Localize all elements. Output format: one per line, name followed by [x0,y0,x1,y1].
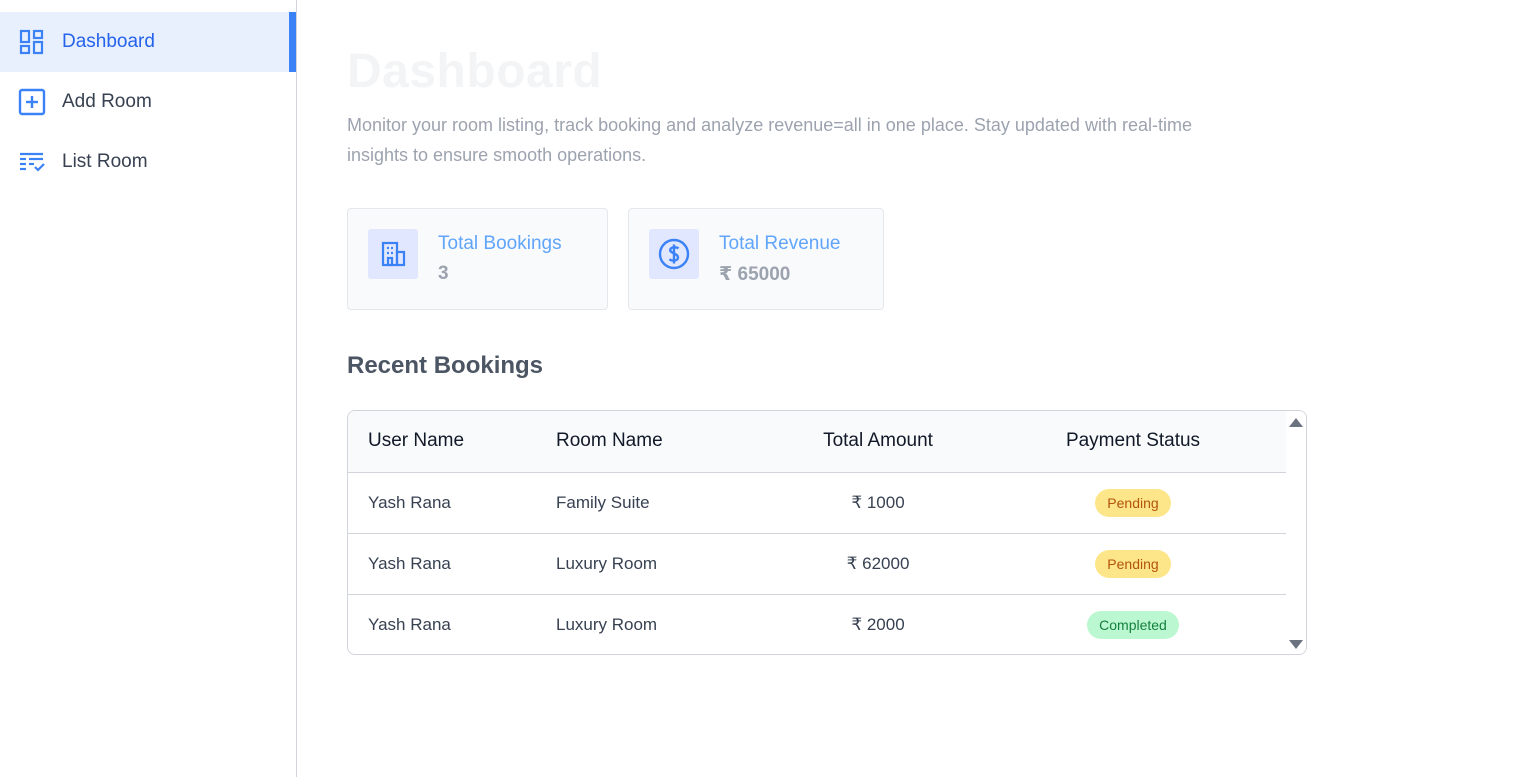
stat-title: Total Bookings [438,233,562,254]
sidebar-item-list-room[interactable]: List Room [0,132,296,192]
dollar-circle-icon [649,229,699,279]
scroll-down-arrow-icon[interactable] [1289,640,1303,649]
sidebar-item-label: Add Room [62,91,152,112]
user-name-cell: Yash Rana [348,532,556,594]
payment-status-cell: Pending [978,532,1288,594]
table-row: Yash Rana Luxury Room ₹ 2000 Completed [348,593,1288,654]
column-header-payment-status: Payment Status [978,411,1288,473]
sidebar-item-dashboard[interactable]: Dashboard [0,12,296,72]
sidebar: Dashboard Add Room List Room [0,0,297,777]
recent-bookings-title: Recent Bookings [347,352,544,379]
scroll-up-arrow-icon[interactable] [1289,418,1303,427]
table-row: Yash Rana Family Suite ₹ 1000 Pending [348,472,1288,533]
sidebar-item-label: List Room [62,151,148,172]
total-amount-cell: ₹ 62000 [778,532,978,594]
sidebar-item-label: Dashboard [62,31,155,52]
room-name-cell: Luxury Room [556,532,778,594]
page-title: Dashboard [347,45,603,98]
stat-value: 3 [438,263,449,284]
status-badge: Pending [1095,549,1171,578]
table-scrollbar[interactable] [1286,411,1306,654]
dashboard-icon [18,28,46,56]
stat-title: Total Revenue [719,233,841,254]
total-amount-cell: ₹ 2000 [778,593,978,654]
total-bookings-card: Total Bookings 3 [347,208,608,310]
status-badge: Completed [1087,610,1179,639]
column-header-room-name: Room Name [556,411,778,473]
total-amount-cell: ₹ 1000 [851,492,905,512]
user-name-cell: Yash Rana [368,492,451,512]
list-check-icon [18,148,46,176]
total-revenue-card: Total Revenue ₹ 65000 [628,208,884,310]
room-name-cell: Family Suite [556,492,650,512]
building-icon [368,229,418,279]
user-name-cell: Yash Rana [348,593,556,654]
sidebar-item-add-room[interactable]: Add Room [0,72,296,132]
add-square-icon [18,88,46,116]
table-header-row: User Name Room Name Total Amount Payment… [348,411,1288,473]
table-row: Yash Rana Luxury Room ₹ 62000 Pending [348,532,1288,594]
recent-bookings-table: User Name Room Name Total Amount Payment… [347,410,1307,655]
column-header-total-amount: Total Amount [778,411,978,473]
column-header-user-name: User Name [348,411,556,473]
room-name-cell: Luxury Room [556,593,778,654]
payment-status-cell: Pending [978,472,1288,533]
stat-value: ₹ 65000 [719,264,791,285]
page-description: Monitor your room listing, track booking… [347,115,1192,165]
payment-status-cell: Completed [978,593,1288,654]
status-badge: Pending [1095,488,1171,517]
